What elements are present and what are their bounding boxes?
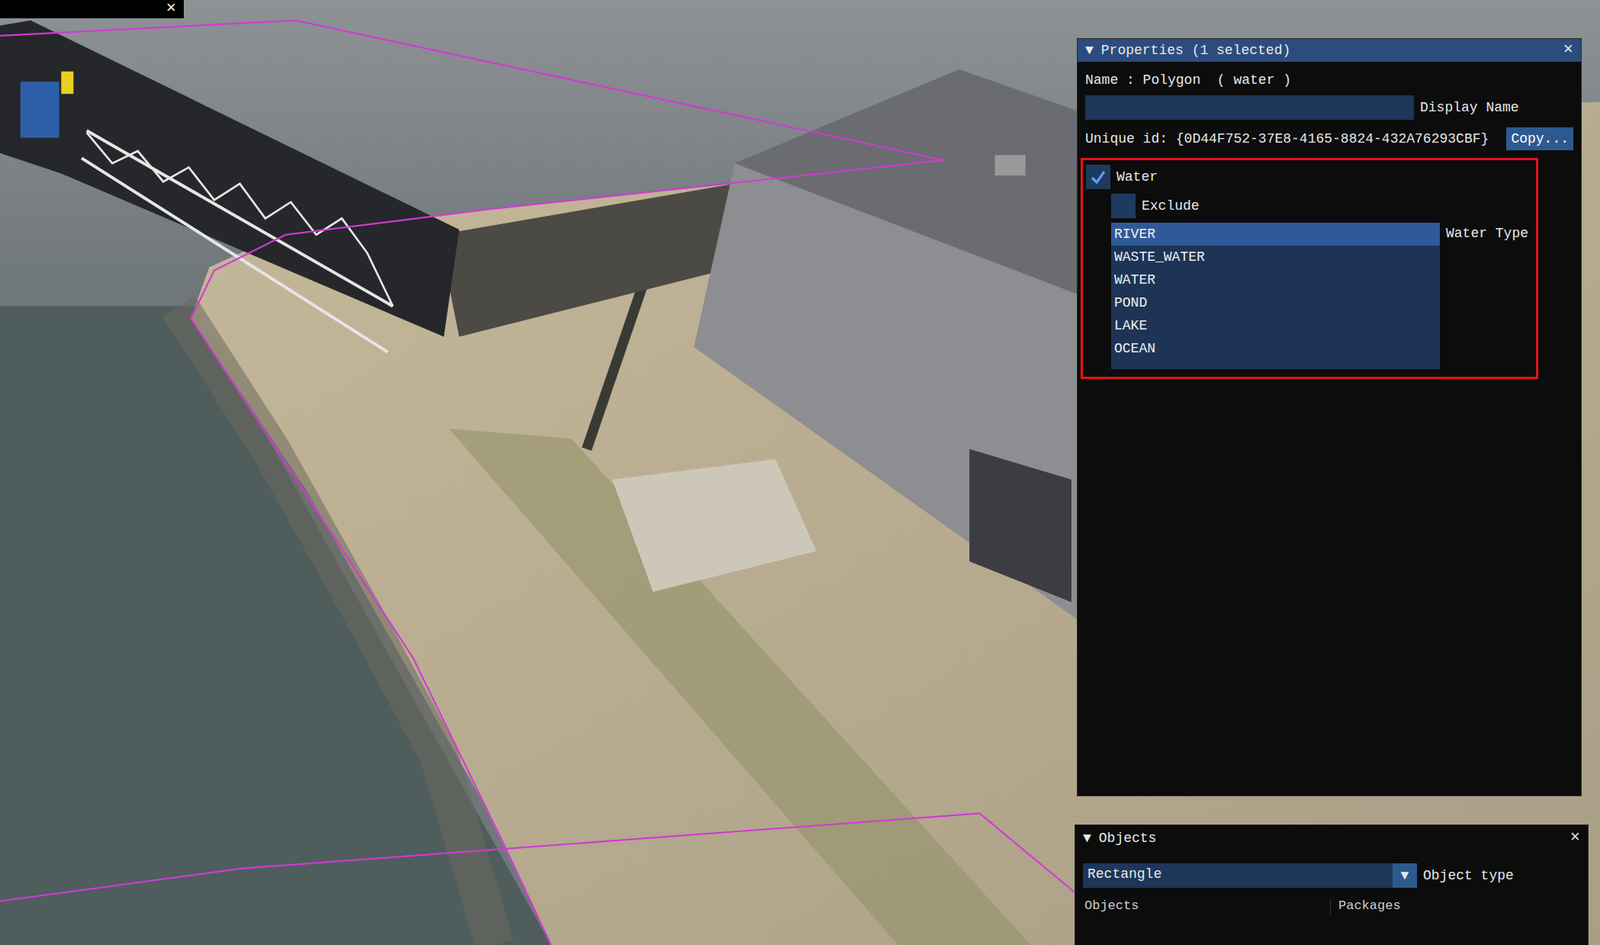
display-name-input[interactable]: [1085, 95, 1414, 120]
water-type-item[interactable]: WATER: [1111, 268, 1440, 292]
name-line: Name : Polygon ( water ): [1085, 72, 1574, 88]
properties-panel: ▼ Properties (1 selected) × Name : Polygon …: [1076, 38, 1582, 797]
column-header[interactable]: Packages: [1330, 898, 1579, 916]
object-type-value: Rectangle: [1082, 863, 1393, 888]
water-type-list[interactable]: RIVER WASTE_WATER WATER POND LAKE OCEAN: [1111, 222, 1440, 370]
unique-id: Unique id: {0D44F752-37E8-4165-8824-432A…: [1085, 131, 1489, 147]
water-type-option[interactable]: RIVER: [1114, 226, 1156, 242]
properties-body: Name : Polygon ( water ) Display Name Uniq…: [1077, 61, 1581, 387]
water-checkbox[interactable]: [1085, 164, 1111, 190]
water-type-item[interactable]: RIVER: [1111, 222, 1440, 246]
exclude-label: Exclude: [1141, 198, 1200, 214]
column-header[interactable]: Objects: [1082, 898, 1331, 916]
copy-button[interactable]: Copy...: [1506, 127, 1574, 151]
close-icon[interactable]: ×: [1570, 829, 1581, 847]
water-label: Water: [1116, 169, 1158, 185]
water-type-item[interactable]: POND: [1111, 291, 1440, 315]
water-type-item[interactable]: LAKE: [1111, 314, 1440, 338]
display-name-row: Display Name: [1085, 95, 1574, 120]
objects-header[interactable]: ▼ Objects ×: [1075, 825, 1588, 849]
water-type-option[interactable]: WASTE_WATER: [1114, 249, 1205, 265]
properties-header[interactable]: ▼ Properties (1 selected) ×: [1077, 38, 1581, 62]
object-type-row: Rectangle▼ Object type: [1082, 863, 1581, 888]
water-type-label: Water Type: [1445, 222, 1529, 241]
close-icon[interactable]: ×: [1563, 41, 1574, 59]
objects-panel: ▼Objects×Rectangle▼Object typeObjectsPac…: [1074, 824, 1589, 945]
collapse-icon[interactable]: ▼: [1082, 830, 1092, 846]
water-type-row: RIVER WASTE_WATER WATER POND LAKE OCEAN Water …: [1085, 222, 1533, 370]
checkmark-icon: [1089, 168, 1107, 186]
water-type-item[interactable]: WASTE_WATER: [1111, 245, 1440, 269]
water-section: Water Exclude RIVER WASTE_WATER WATER POND LAK…: [1080, 157, 1539, 380]
water-type-option[interactable]: POND: [1114, 295, 1147, 311]
collapse-icon[interactable]: ▼: [1085, 42, 1094, 58]
viewport-toolbar: ×: [0, 0, 184, 19]
panel-title: Properties (1 selected): [1101, 42, 1556, 58]
water-type-option[interactable]: LAKE: [1114, 318, 1147, 334]
panel-title: Objects: [1098, 830, 1563, 846]
water-row: Water: [1085, 164, 1533, 190]
water-type-option[interactable]: WATER: [1114, 272, 1156, 288]
objects-columns: ObjectsPackages: [1082, 898, 1581, 916]
exclude-checkbox[interactable]: [1111, 193, 1136, 219]
display-name-label: Display Name: [1420, 99, 1520, 116]
object-type-dropdown[interactable]: Rectangle▼: [1082, 863, 1417, 888]
exclude-row: Exclude: [1085, 193, 1533, 219]
unique-id-row: Unique id: {0D44F752-37E8-4165-8824-432A…: [1085, 127, 1574, 151]
dropdown-arrow-icon[interactable]: ▼: [1392, 863, 1417, 888]
object-type-label: Object type: [1423, 867, 1514, 884]
water-type-option[interactable]: OCEAN: [1114, 340, 1156, 357]
close-icon[interactable]: ×: [166, 0, 177, 19]
objects-body: Rectangle▼ Object type ObjectsPackages: [1075, 848, 1588, 916]
water-type-item[interactable]: OCEAN: [1111, 337, 1440, 360]
